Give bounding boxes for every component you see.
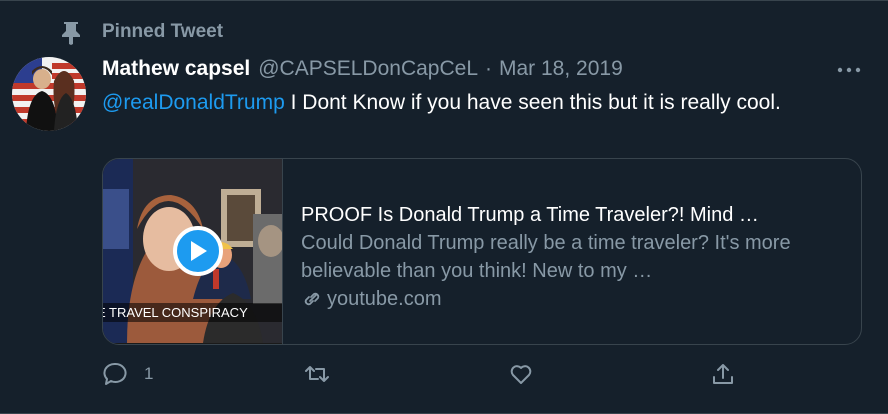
heart-icon xyxy=(510,365,532,384)
link-icon xyxy=(304,292,320,306)
display-name[interactable]: Mathew capsel xyxy=(102,57,250,81)
reply-button[interactable]: 1 xyxy=(102,361,153,387)
tweet[interactable]: Pinned Tweet Mathew capsel @CAPSELDonCap… xyxy=(0,0,888,414)
reply-count: 1 xyxy=(144,364,154,383)
play-button[interactable] xyxy=(173,226,223,276)
share-button[interactable] xyxy=(710,361,752,387)
pinned-label: Pinned Tweet xyxy=(102,21,224,42)
reply-icon xyxy=(103,362,127,385)
retweet-icon xyxy=(305,366,329,382)
like-button[interactable] xyxy=(508,361,550,387)
card-body: PROOF Is Donald Trump a Time Traveler?! … xyxy=(283,159,861,344)
pinned-indicator: Pinned Tweet xyxy=(60,19,223,45)
card-description: Could Donald Trump really be a time trav… xyxy=(301,232,791,282)
card-thumbnail[interactable]: E TRAVEL CONSPIRACY xyxy=(103,159,283,344)
card-domain-text: youtube.com xyxy=(327,288,442,310)
more-options-button[interactable] xyxy=(834,57,864,83)
tweet-header: Mathew capsel @CAPSELDonCapCeL · Mar 18,… xyxy=(102,57,623,81)
more-icon xyxy=(837,67,861,73)
separator: · xyxy=(485,57,492,80)
retweet-button[interactable] xyxy=(304,361,346,387)
thumbnail-caption: E TRAVEL CONSPIRACY xyxy=(103,303,282,322)
timestamp[interactable]: Mar 18, 2019 xyxy=(499,57,623,81)
tweet-text: @realDonaldTrump I Dont Know if you have… xyxy=(102,88,842,117)
pin-icon xyxy=(62,22,80,45)
card-domain: youtube.com xyxy=(301,285,841,313)
tweet-actions: 1 xyxy=(102,361,742,391)
link-card[interactable]: E TRAVEL CONSPIRACY PROOF Is Donald Trum… xyxy=(102,158,862,345)
avatar[interactable] xyxy=(12,57,86,131)
card-title: PROOF Is Donald Trump a Time Traveler?! … xyxy=(301,204,759,226)
play-icon xyxy=(191,241,207,261)
share-icon xyxy=(713,364,733,384)
user-handle[interactable]: @CAPSELDonCapCeL xyxy=(258,57,478,81)
tweet-body: I Dont Know if you have seen this but it… xyxy=(284,91,781,114)
mention-link[interactable]: @realDonaldTrump xyxy=(102,91,285,114)
